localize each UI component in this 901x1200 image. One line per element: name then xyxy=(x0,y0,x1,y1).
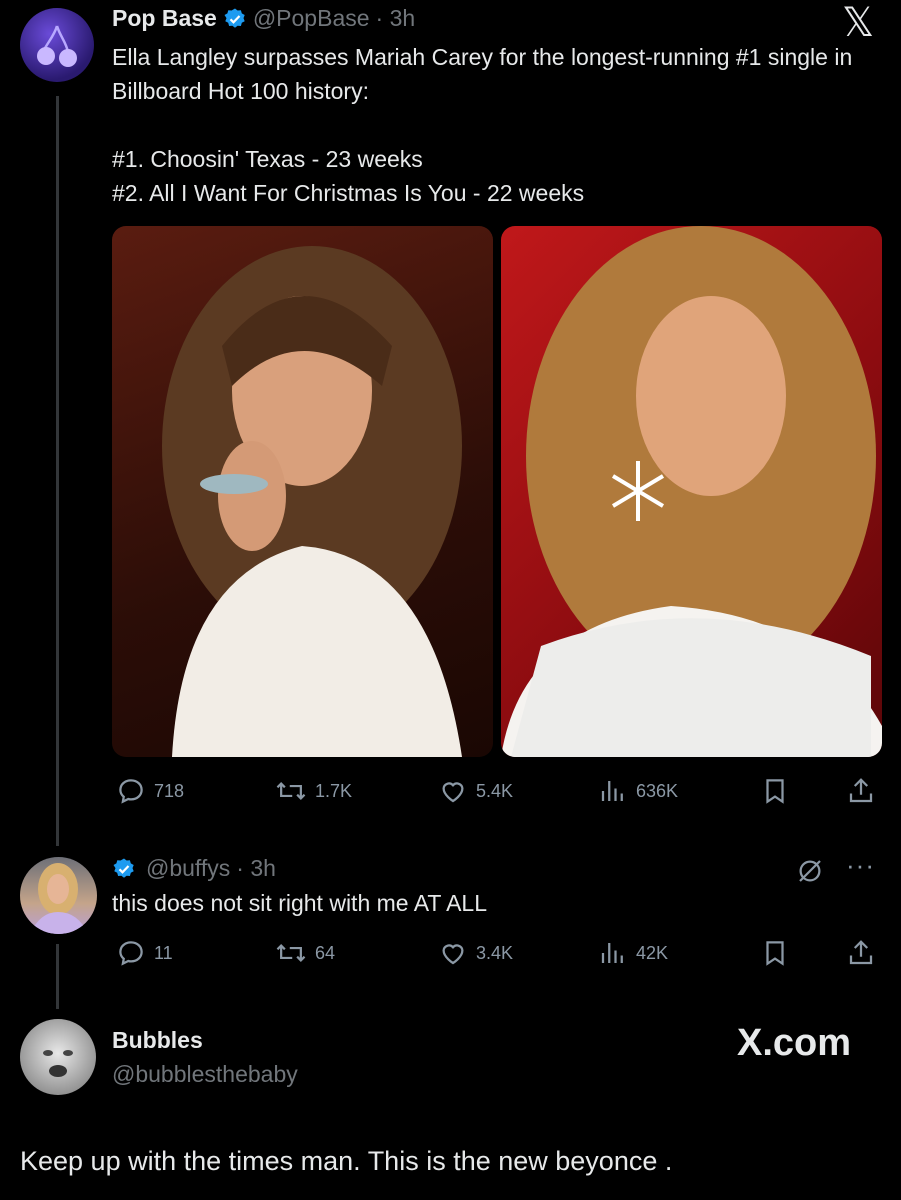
cherry-icon xyxy=(37,25,77,67)
portrait-illustration xyxy=(501,226,882,757)
share-icon xyxy=(849,940,873,965)
verified-badge-icon xyxy=(224,8,245,28)
heart-icon xyxy=(442,782,464,803)
bubbles-handle[interactable]: @bubblesthebaby xyxy=(112,1061,298,1088)
reply-text: this does not sit right with me AT ALL xyxy=(112,890,488,916)
repost-icon xyxy=(276,944,306,962)
reply-count: 718 xyxy=(154,780,185,801)
thread-line xyxy=(56,96,59,846)
tweet-text: Ella Langley surpasses Mariah Carey for … xyxy=(112,44,853,206)
like-button[interactable]: 5.4K xyxy=(438,776,513,806)
bookmark-icon xyxy=(766,941,784,966)
tweet-header: Pop Base @PopBase · 3h xyxy=(112,5,415,32)
repost-count: 1.7K xyxy=(315,780,353,801)
author-handle[interactable]: @PopBase xyxy=(253,5,370,32)
views-icon xyxy=(601,943,623,963)
share-button[interactable] xyxy=(846,776,876,806)
views-count: 636K xyxy=(636,780,679,801)
like-button[interactable]: 3.4K xyxy=(438,938,513,968)
repost-button[interactable]: 1.7K xyxy=(275,776,352,806)
portrait-illustration xyxy=(162,246,462,757)
author-name[interactable]: Pop Base xyxy=(112,5,217,32)
site-watermark: X.com xyxy=(737,1022,852,1064)
views-count: 42K xyxy=(636,942,669,963)
bubbles-text: Keep up with the times man. This is the … xyxy=(20,1146,673,1176)
tweet-photo-mariah-carey[interactable] xyxy=(501,226,882,757)
buffys-avatar[interactable] xyxy=(20,857,97,934)
tweet-time: · 3h xyxy=(375,5,416,31)
bookmark-icon xyxy=(766,779,784,804)
bookmark-button[interactable] xyxy=(760,938,790,968)
heart-icon xyxy=(442,944,464,965)
repost-button[interactable]: 64 xyxy=(275,938,335,968)
reply-icon xyxy=(119,779,143,804)
bubbles-avatar[interactable] xyxy=(20,1019,96,1095)
bubbles-name[interactable]: Bubbles xyxy=(112,1027,203,1054)
reply-count: 11 xyxy=(154,942,173,963)
share-icon xyxy=(849,778,873,803)
baby-face-illustration xyxy=(43,1050,73,1077)
person-illustration xyxy=(30,863,88,934)
repost-count: 64 xyxy=(315,942,336,963)
reply-button[interactable]: 718 xyxy=(116,776,184,806)
reply-handle[interactable]: @buffys xyxy=(146,855,230,882)
tweet-actions: 718 1.7K 5.4K 636K xyxy=(0,770,901,810)
repost-icon xyxy=(276,782,306,800)
reply-header: @buffys · 3h xyxy=(112,855,276,882)
share-button[interactable] xyxy=(846,938,876,968)
bookmark-button[interactable] xyxy=(760,776,790,806)
verified-badge-icon xyxy=(113,858,134,878)
views-button[interactable]: 42K xyxy=(598,938,668,968)
reply-time: · 3h xyxy=(236,855,276,881)
more-options-icon[interactable]: ··· xyxy=(846,850,875,881)
reply-button[interactable]: 11 xyxy=(116,938,173,968)
reply-icon xyxy=(119,941,143,966)
tweet-photo-ella-langley[interactable] xyxy=(112,226,493,757)
reply-actions: 11 64 3.4K 42K xyxy=(0,934,901,974)
views-button[interactable]: 636K xyxy=(598,776,678,806)
like-count: 3.4K xyxy=(476,942,514,963)
like-count: 5.4K xyxy=(476,780,514,801)
popbase-avatar[interactable] xyxy=(20,8,94,82)
views-icon xyxy=(601,781,623,801)
